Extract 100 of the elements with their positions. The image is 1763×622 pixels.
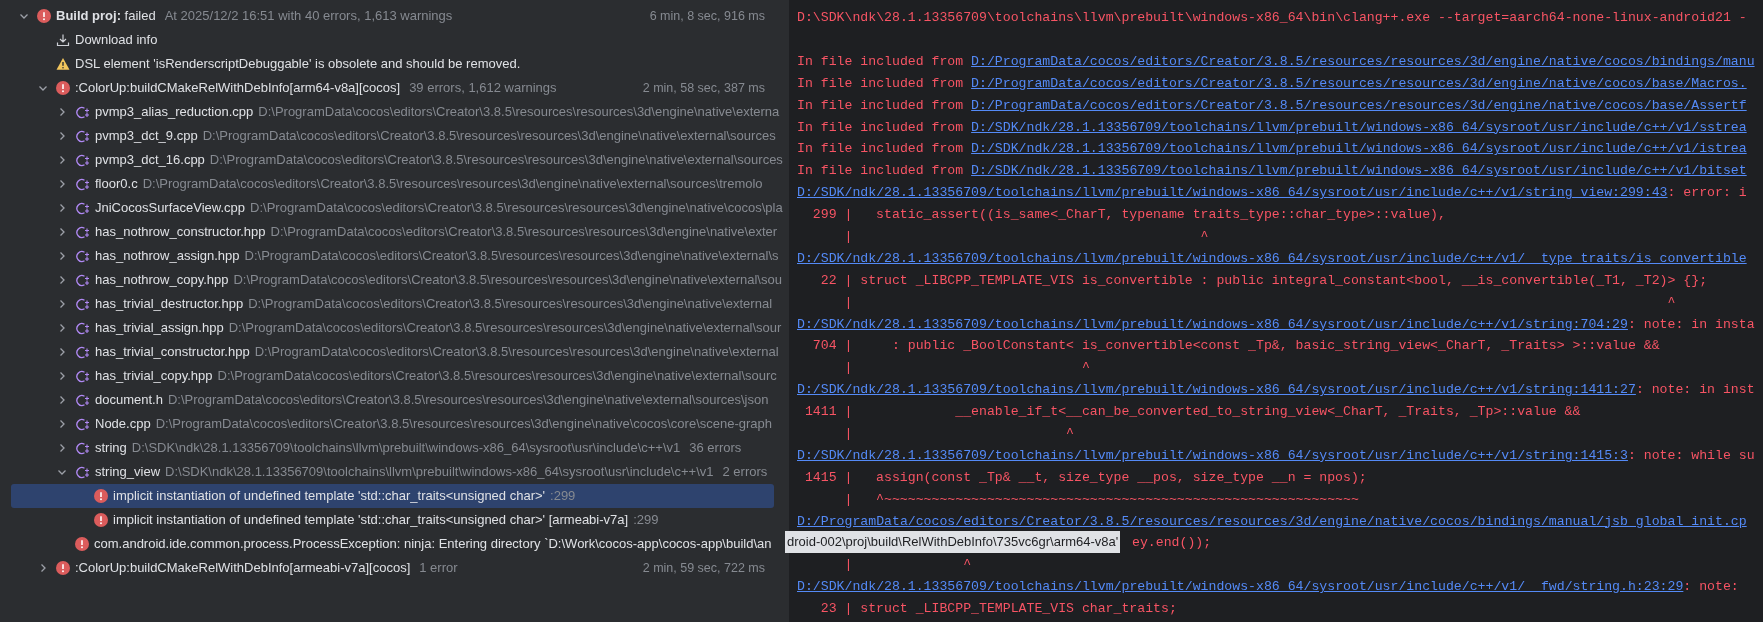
item-title: JniCocosSurfaceView.cpp	[95, 199, 246, 218]
file-link[interactable]: D:/SDK/ndk/28.1.13356709/toolchains/llvm/prebuilt/windows-x86_64/sysroot/usr/include/c++/v1/__type_traits/is_convertible	[797, 248, 1747, 269]
item-title: string	[95, 439, 127, 458]
file-link[interactable]: D:/SDK/ndk/28.1.13356709/toolchains/llvm/prebuilt/windows-x86_64/sysroot/usr/include/c++/v1/string_view:299:43	[797, 183, 1668, 203]
code-line: | struct _LIBCPP_TEMPLATE_VIS is_convertible : public integral_constant<bool, __is_convertible(_T1, _T2)> {};	[844, 271, 1708, 290]
tree-row[interactable]: Node.cpp D:\ProgramData\cocos\editors\Creator\3.8.5\resources\resources\3d\engine\native\cocos\core\scene-graph	[11, 412, 774, 436]
cpp-file-icon	[75, 440, 90, 456]
cpp-file-icon	[75, 152, 90, 168]
cpp-file-icon	[75, 248, 90, 264]
console-text: : note:	[1683, 578, 1740, 597]
tree-row[interactable]: string D:\SDK\ndk\28.1.13356709\toolchains\llvm\prebuilt\windows-x86_64\sysroot\usr\include\c++\v1 36 errors	[11, 436, 774, 460]
error-icon	[56, 81, 70, 95]
item-title: :ColorUp:buildCMakeRelWithDebInfo[armeabi-v7a][cocos]	[75, 559, 411, 578]
console-text: In file included from	[797, 162, 965, 181]
tree-row[interactable]: DSL element 'isRenderscriptDebuggable' is obsolete and should be removed.	[11, 52, 774, 76]
cpp-file-icon	[75, 296, 90, 312]
code-marker: | ^~~~~~~~~~~~~~~~~~~~~~~~~~~~~~~~~~~~~~~~~~~~~~~~~~~~~~~~~~~~~	[844, 490, 1359, 509]
console-text: In file included from	[797, 52, 965, 71]
item-title: has_nothrow_constructor.hpp	[95, 223, 266, 242]
code-marker: | ^	[844, 227, 1209, 246]
error-icon	[94, 489, 108, 503]
code-line: | assign(const _Tp& __t, size_type __pos, size_type __n = npos);	[844, 468, 1367, 487]
file-link[interactable]: D:/SDK/ndk/28.1.13356709/toolchains/llvm/prebuilt/windows-x86_64/sysroot/usr/include/c++/v1/string:704:29	[797, 314, 1628, 335]
tree-row[interactable]: Download info	[11, 28, 774, 52]
code-line: ey.end());	[1132, 534, 1212, 553]
file-path: D:\ProgramData\cocos\editors\Creator\3.8.5\resources\resources\3d\engine\native\external\sou	[233, 271, 782, 290]
tree-row[interactable]: implicit instantiation of undefined template 'std::char_traits<unsigned char>' [armeabi-v7a] :299	[11, 508, 774, 532]
file-link[interactable]: D:/SDK/ndk/28.1.13356709/toolchains/llvm/prebuilt/windows-x86_64/sysroot/usr/include/c++/v1/string:1411:27	[797, 380, 1636, 400]
item-summary: 39 errors, 1,612 warnings	[409, 79, 557, 98]
tree-row[interactable]: :ColorUp:buildCMakeRelWithDebInfo[arm64-v8a][cocos] 39 errors, 1,612 warnings 2 min, 58 sec, 387 ms	[11, 76, 774, 100]
tree-row[interactable]: :ColorUp:buildCMakeRelWithDebInfo[armeabi-v7a][cocos] 1 error 2 min, 59 sec, 722 ms	[11, 556, 774, 580]
tree-row[interactable]: floor0.c D:\ProgramData\cocos\editors\Creator\3.8.5\resources\resources\3d\engine\native\external\sources\tremolo	[11, 172, 774, 196]
item-title: string_view	[95, 463, 161, 482]
item-title: pvmp3_dct_9.cpp	[95, 127, 198, 146]
file-path: D:\ProgramData\cocos\editors\Creator\3.8.5\resources\resources\3d\engine\native\external\sources\tremolo	[142, 175, 763, 194]
file-link[interactable]: D:/SDK/ndk/28.1.13356709/toolchains/llvm/prebuilt/windows-x86_64/sysroot/usr/include/c++/v1/istrea	[971, 139, 1747, 160]
line-number: 299	[811, 206, 837, 225]
cpp-file-icon	[75, 200, 90, 216]
tree-row[interactable]: document.h D:\ProgramData\cocos\editors\Creator\3.8.5\resources\resources\3d\engine\native\external\sources\json	[11, 388, 774, 412]
file-path: D:\SDK\ndk\28.1.13356709\toolchains\llvm\prebuilt\windows-x86_64\sysroot\usr\include\c++\v1	[165, 463, 714, 482]
file-path: D:\ProgramData\cocos\editors\Creator\3.8.5\resources\resources\3d\engine\native\external\sources\json	[167, 391, 769, 410]
file-path: D:\ProgramData\cocos\editors\Creator\3.8.5\resources\resources\3d\engine\native\external	[248, 295, 773, 314]
file-link[interactable]: D:/ProgramData/cocos/editors/Creator/3.8.5/resources/resources/3d/engine/native/cocos/bindings/manual/jsb_global_init.cp	[797, 511, 1747, 532]
cpp-file-icon	[75, 392, 90, 408]
duration: 6 min, 8 sec, 916 ms	[649, 7, 765, 25]
file-path: D:\SDK\ndk\28.1.13356709\toolchains\llvm\prebuilt\windows-x86_64\sysroot\usr\include\c++\v1	[131, 439, 681, 458]
file-link[interactable]: D:/SDK/ndk/28.1.13356709/toolchains/llvm/prebuilt/windows-x86_64/sysroot/usr/include/c++/v1/sstrea	[971, 117, 1747, 138]
item-title: com.android.ide.common.process.ProcessException: ninja: Entering directory `D:\Work\cocos-app\cocos-app\build\an	[94, 535, 772, 554]
console-text: : note: in insta	[1627, 315, 1755, 334]
file-link[interactable]: D:/ProgramData/cocos/editors/Creator/3.8.5/resources/resources/3d/engine/native/cocos/base/Macros.	[971, 73, 1747, 94]
file-link[interactable]: D:/ProgramData/cocos/editors/Creator/3.8.5/resources/resources/3d/engine/native/cocos/base/Assertf	[971, 95, 1747, 116]
console-text: In file included from	[797, 74, 965, 93]
tree-row[interactable]: implicit instantiation of undefined template 'std::char_traits<unsigned char>' :299	[11, 484, 774, 508]
console-text: : error: i	[1667, 184, 1747, 203]
tree-row[interactable]: com.android.ide.common.process.ProcessException: ninja: Entering directory `D:\Work\cocos-app\cocos-app\build\an	[11, 532, 774, 556]
console-text: In file included from	[797, 118, 965, 137]
cpp-file-icon	[75, 320, 90, 336]
cpp-file-icon	[75, 416, 90, 432]
line-number: 704	[811, 337, 837, 356]
console-text: : note: while su	[1627, 446, 1755, 465]
duration: 2 min, 59 sec, 722 ms	[642, 559, 765, 577]
console-text: In file included from	[797, 96, 965, 115]
file-path: D:\ProgramData\cocos\editors\Creator\3.8.5\resources\resources\3d\engine\native\external\sources	[209, 151, 783, 170]
file-path: D:\ProgramData\cocos\editors\Creator\3.8.5\resources\resources\3d\engine\native\cocos\core\scene-graph	[155, 415, 773, 434]
file-link[interactable]: D:/SDK/ndk/28.1.13356709/toolchains/llvm/prebuilt/windows-x86_64/sysroot/usr/include/c++/v1/__fwd/string.h:23:29	[797, 577, 1684, 597]
line-number: 1415	[803, 468, 837, 487]
item-title: Node.cpp	[95, 415, 151, 434]
file-link[interactable]: D:/SDK/ndk/28.1.13356709/toolchains/llvm/prebuilt/windows-x86_64/sysroot/usr/include/c++/v1/bitset	[971, 161, 1747, 182]
cpp-file-icon	[75, 176, 90, 192]
item-title: Build proj: failed	[56, 7, 156, 26]
code-marker: | ^	[844, 424, 1074, 443]
file-link[interactable]: D:/ProgramData/cocos/editors/Creator/3.8.5/resources/resources/3d/engine/native/cocos/bindings/manu	[971, 51, 1755, 72]
console-text: In file included from	[797, 140, 965, 159]
item-summary: 1 error	[419, 559, 458, 578]
line-number: 1411	[803, 403, 837, 422]
duration: 2 min, 58 sec, 387 ms	[642, 79, 765, 97]
error-icon	[94, 513, 108, 527]
error-icon	[75, 537, 89, 551]
error-icon	[56, 561, 70, 575]
code-line: | static_assert((is_same<_CharT, typename traits_type::char_type>::value),	[844, 206, 1446, 225]
tree-row[interactable]: Build proj: failed At 2025/12/2 16:51 with 40 errors, 1,613 warnings 6 min, 8 sec, 916 ms	[11, 4, 774, 28]
item-title: floor0.c	[95, 175, 138, 194]
item-summary: :299	[633, 511, 659, 530]
file-path: D:\ProgramData\cocos\editors\Creator\3.8.5\resources\resources\3d\engine\native\exter	[270, 223, 778, 242]
cpp-file-icon	[75, 128, 90, 144]
tree-row[interactable]: pvmp3_dct_9.cpp D:\ProgramData\cocos\editors\Creator\3.8.5\resources\resources\3d\engine\native\external\sources	[11, 124, 774, 148]
item-summary: At 2025/12/2 16:51 with 40 errors, 1,613 warnings	[164, 7, 453, 26]
code-marker: | ^	[844, 293, 1676, 312]
item-summary: :299	[550, 487, 576, 506]
code-line: | : public _BoolConstant< is_convertible<const _Tp&, basic_string_view<_CharT, _Traits> >::value &&	[844, 337, 1660, 356]
console-text: D:\SDK\ndk\28.1.13356709\toolchains\llvm\prebuilt\windows-x86_64\bin\clang++.exe --target=aarch64-none-linux-android21 -	[797, 9, 1747, 28]
tree-row[interactable]: has_trivial_destructor.hpp D:\ProgramData\cocos\editors\Creator\3.8.5\resources\resources\3d\engine\native\external	[11, 292, 774, 316]
cpp-file-icon	[75, 104, 90, 120]
file-link[interactable]: D:/SDK/ndk/28.1.13356709/toolchains/llvm/prebuilt/windows-x86_64/sysroot/usr/include/c++/v1/string:1415:3	[797, 445, 1628, 466]
item-title: DSL element 'isRenderscriptDebuggable' is obsolete and should be removed.	[75, 55, 521, 74]
item-title: has_trivial_assign.hpp	[95, 319, 224, 338]
file-path: D:\ProgramData\cocos\editors\Creator\3.8.5\resources\resources\3d\engine\native\external\sourc	[217, 367, 777, 386]
file-path: D:\ProgramData\cocos\editors\Creator\3.8.5\resources\resources\3d\engine\native\external	[254, 343, 779, 362]
cpp-file-icon	[75, 224, 90, 240]
tree-row[interactable]: string_view D:\SDK\ndk\28.1.13356709\toolchains\llvm\prebuilt\windows-x86_64\sysroot\usr\include\c++\v1 2 errors	[11, 460, 774, 484]
